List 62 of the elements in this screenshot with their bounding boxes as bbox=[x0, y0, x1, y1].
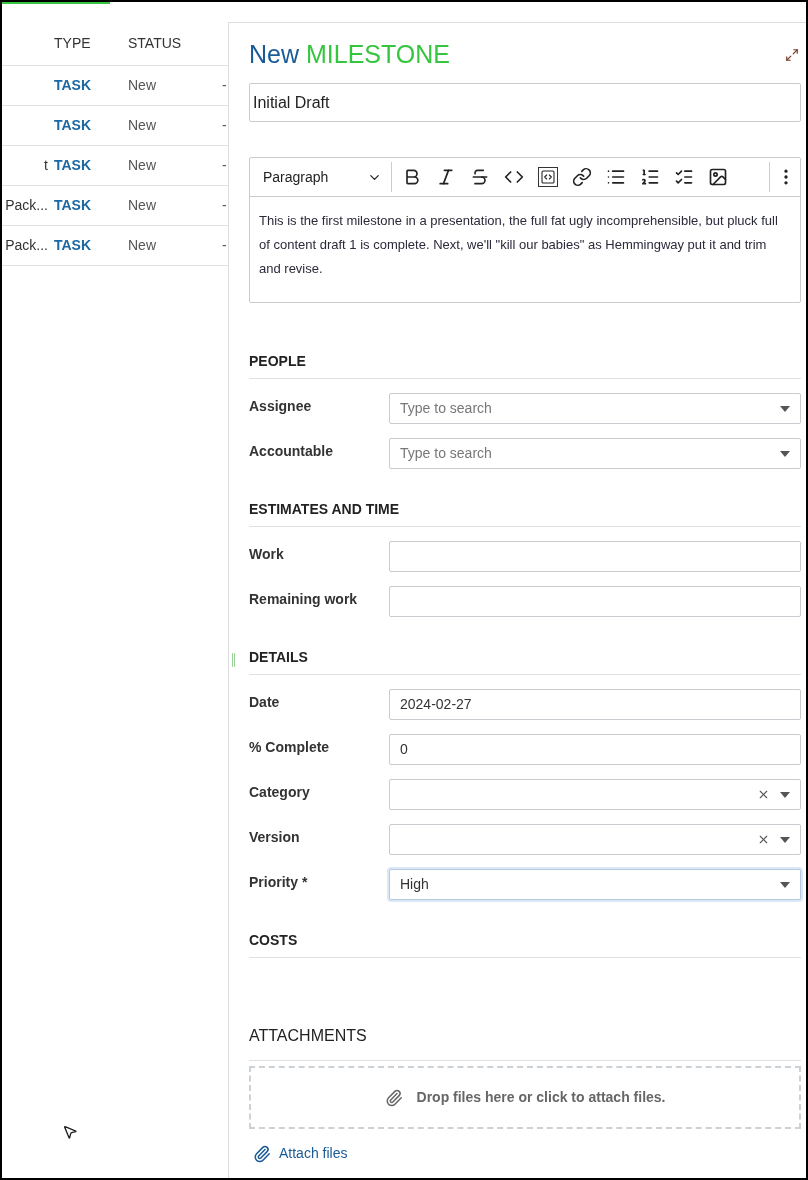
select-field[interactable] bbox=[389, 824, 801, 855]
table-cell-text: - bbox=[222, 236, 227, 255]
table-cell-text: New bbox=[128, 236, 157, 255]
column-header[interactable]: TYPE bbox=[54, 33, 128, 54]
caret-icon bbox=[780, 836, 790, 843]
section-heading: PEOPLE bbox=[249, 351, 801, 379]
field-label: Priority * bbox=[249, 873, 309, 892]
table-cell-text: - bbox=[222, 76, 227, 95]
format-dropdown[interactable]: Paragraph bbox=[254, 162, 392, 192]
type-link[interactable]: TASK bbox=[54, 115, 128, 136]
clear-icon[interactable] bbox=[757, 788, 770, 801]
table-cell-text: New bbox=[128, 196, 157, 215]
table-cell-text: New bbox=[128, 116, 157, 135]
cursor-icon bbox=[62, 1124, 78, 1140]
caret-icon bbox=[780, 881, 790, 888]
panel-title: New MILESTONE bbox=[249, 39, 450, 71]
field-label: Date bbox=[249, 693, 281, 712]
table-cell-text: - bbox=[222, 196, 227, 215]
resize-handle[interactable] bbox=[232, 653, 235, 667]
field-label: Version bbox=[249, 828, 301, 847]
section-heading: ATTACHMENTS bbox=[249, 1024, 801, 1061]
input-field[interactable] bbox=[389, 586, 801, 617]
field-label: Assignee bbox=[249, 397, 313, 416]
attach-link[interactable]: Attach files bbox=[279, 1143, 348, 1164]
column-header[interactable]: STATUS bbox=[128, 33, 222, 54]
table-cell-text: Pack... bbox=[5, 196, 48, 215]
select-field[interactable]: High bbox=[389, 869, 801, 900]
subject-field[interactable]: Initial Draft bbox=[249, 83, 801, 122]
caret-icon bbox=[780, 405, 790, 412]
select-field[interactable]: Type to search bbox=[389, 438, 801, 469]
type-link[interactable]: TASK bbox=[54, 235, 128, 256]
drop-text: Drop files here or click to attach files. bbox=[416, 1088, 666, 1107]
table-cell-text: Pack... bbox=[5, 236, 48, 255]
select-field[interactable]: Type to search bbox=[389, 393, 801, 424]
clear-icon[interactable] bbox=[757, 833, 770, 846]
field-label: Category bbox=[249, 783, 311, 802]
table-cell-text: t bbox=[44, 156, 48, 175]
description-text[interactable]: This is the first milestone in a presentation, the full fat ugly incomprehensible, but pluck full of content draft 1 is complete. Next, we'll "kill our babies" as Hemmingway put it and trim and revise. bbox=[250, 197, 800, 302]
field-label: Work bbox=[249, 545, 285, 564]
paperclip-icon bbox=[384, 1088, 403, 1107]
field-label: Remaining work bbox=[249, 590, 359, 609]
expand-icon[interactable] bbox=[785, 48, 799, 62]
table-cell-text: New bbox=[128, 76, 157, 95]
select-field[interactable] bbox=[389, 779, 801, 810]
type-link[interactable]: TASK bbox=[54, 75, 128, 96]
section-heading: COSTS bbox=[249, 930, 801, 958]
section-heading: ESTIMATES AND TIME bbox=[249, 499, 801, 527]
caret-icon bbox=[780, 791, 790, 798]
section-heading: DETAILS bbox=[249, 647, 801, 675]
drop-zone[interactable]: Drop files here or click to attach files. bbox=[249, 1066, 801, 1129]
field-label: Accountable bbox=[249, 442, 334, 461]
table-cell-text: - bbox=[222, 156, 227, 175]
type-link[interactable]: TASK bbox=[54, 155, 128, 176]
paperclip-icon bbox=[253, 1144, 271, 1163]
input-field[interactable] bbox=[389, 541, 801, 572]
input-field[interactable]: 2024-02-27 bbox=[389, 689, 801, 720]
field-label: % Complete bbox=[249, 738, 331, 757]
table-cell-text: New bbox=[128, 156, 157, 175]
type-link[interactable]: TASK bbox=[54, 195, 128, 216]
input-field[interactable]: 0 bbox=[389, 734, 801, 765]
table-cell-text: - bbox=[222, 116, 227, 135]
caret-icon bbox=[780, 450, 790, 457]
